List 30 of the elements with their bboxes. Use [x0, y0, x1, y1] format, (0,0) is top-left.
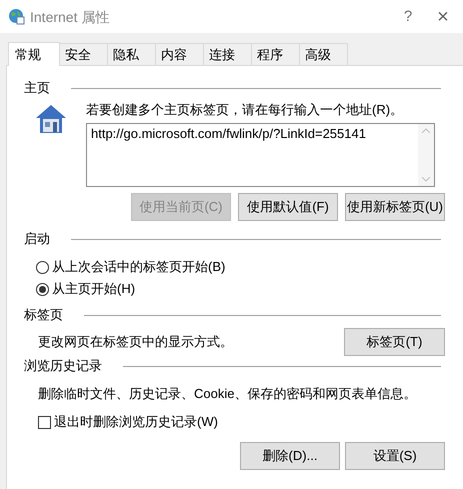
tab[interactable]: 常规 [8, 42, 60, 66]
help-button[interactable]: ? [393, 8, 423, 24]
house-icon [35, 104, 67, 134]
tab[interactable]: 内容 [156, 43, 204, 65]
description-text: 更改网页在标签页中的显示方式。 [38, 334, 233, 350]
radio-label[interactable]: 从上次会话中的标签页开始(B) [52, 259, 226, 275]
tab[interactable]: 隐私 [108, 43, 156, 65]
history-button[interactable]: 设置(S) [345, 442, 445, 470]
section-heading: 标签页 [24, 307, 63, 323]
radio-button[interactable] [36, 282, 49, 296]
radio-label[interactable]: 从主页开始(H) [52, 281, 136, 297]
section-heading: 主页 [24, 80, 50, 96]
globe-icon [8, 8, 25, 25]
tabs-button[interactable]: 标签页(T) [344, 328, 445, 356]
tab[interactable]: 程序 [252, 43, 300, 65]
home-page-button[interactable]: 使用新标签页(U) [345, 193, 445, 221]
description-text: 删除临时文件、历史记录、Cookie、保存的密码和网页表单信息。 [38, 386, 418, 402]
section-heading: 浏览历史记录 [24, 358, 102, 374]
close-button[interactable]: × [423, 8, 463, 24]
checkbox[interactable] [38, 416, 51, 428]
window-title: Internet 属性 [30, 8, 110, 24]
tab[interactable]: 安全 [60, 43, 108, 65]
section-heading: 启动 [24, 231, 50, 247]
history-button[interactable]: 删除(D)... [240, 442, 340, 470]
tab[interactable]: 连接 [204, 43, 252, 65]
tab[interactable]: 高级 [300, 43, 348, 65]
radio-button[interactable] [36, 260, 49, 274]
checkbox-label[interactable]: 退出时删除浏览历史记录(W) [54, 414, 218, 430]
home-page-button[interactable]: 使用默认值(F) [238, 193, 338, 221]
instruction-text: 若要创建多个主页标签页，请在每行输入一个地址(R)。 [86, 102, 404, 118]
